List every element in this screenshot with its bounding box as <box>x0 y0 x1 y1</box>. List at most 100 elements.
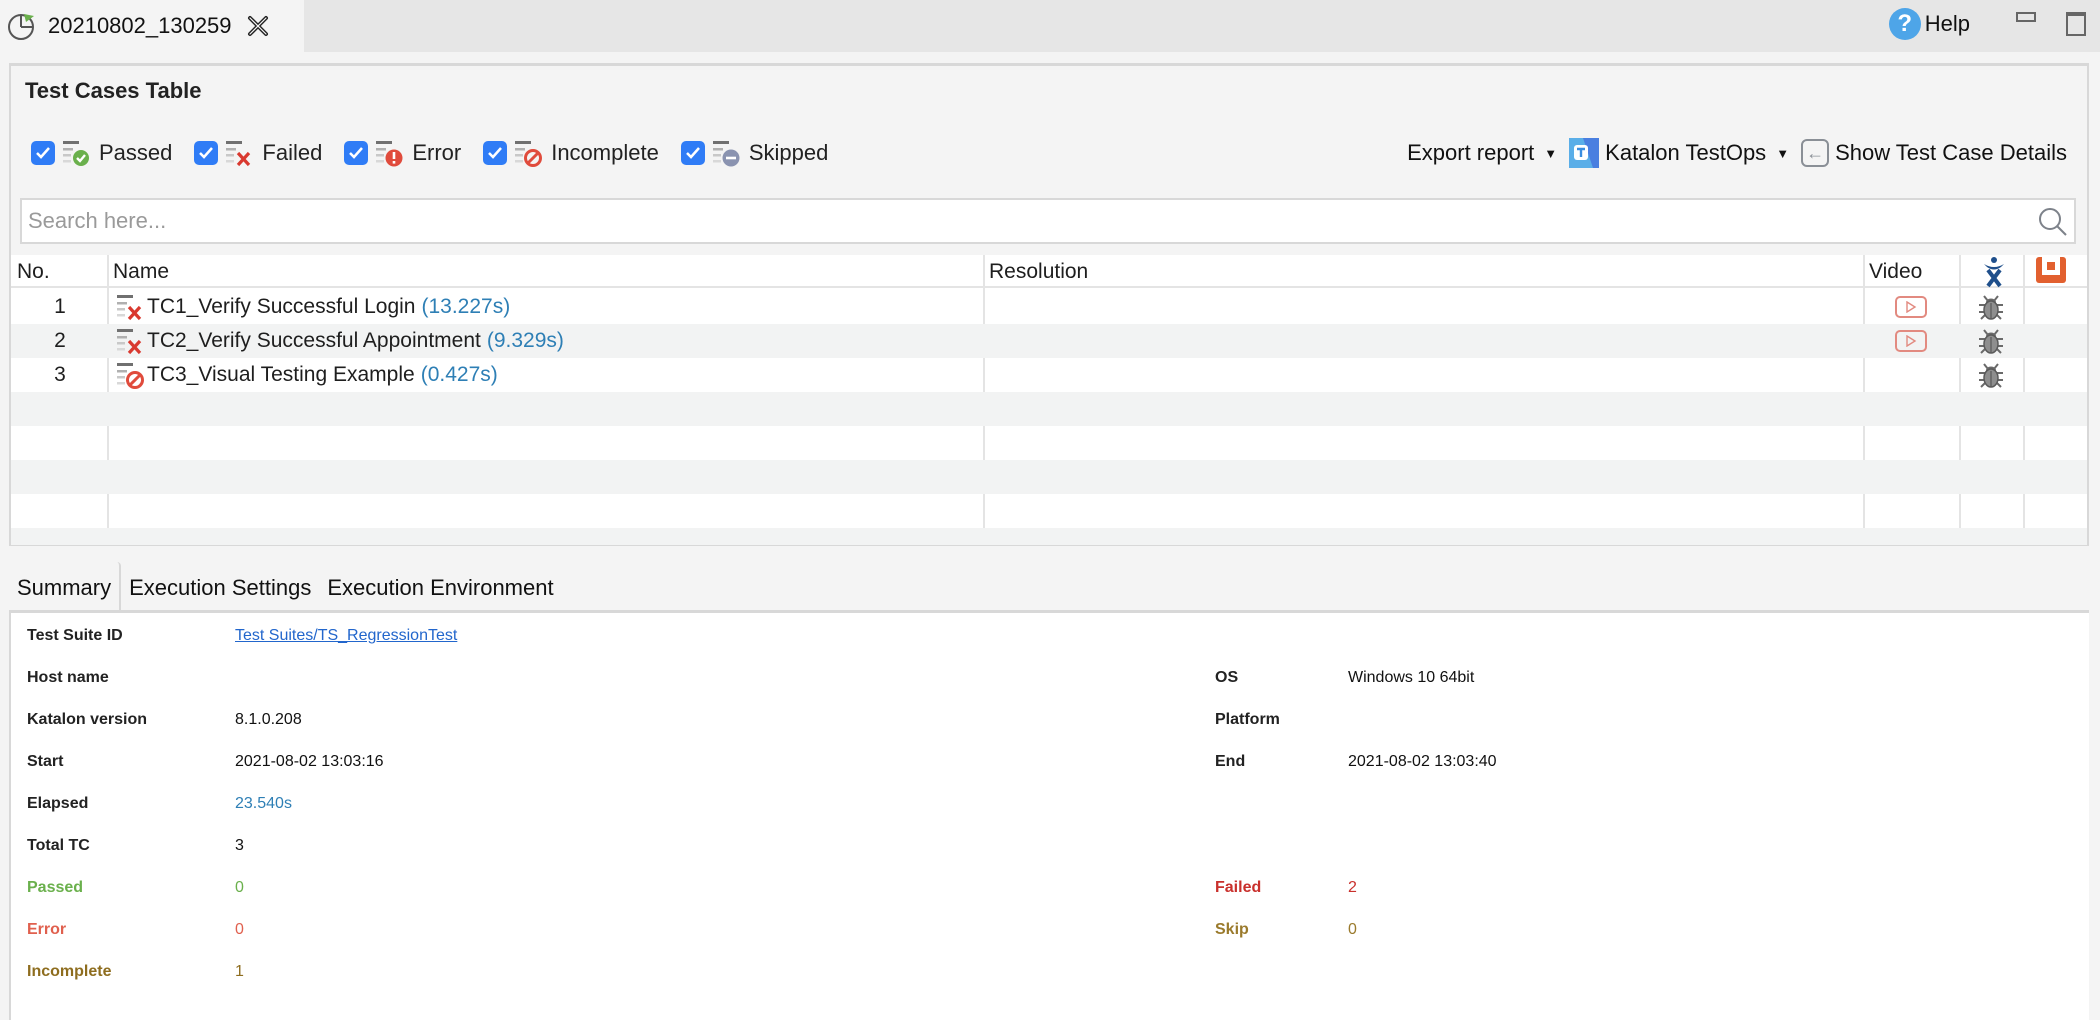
testops-dropdown-caret-icon[interactable]: ▼ <box>1776 146 1789 161</box>
column-header-name[interactable]: Name <box>107 255 983 288</box>
search-icon[interactable] <box>2034 204 2070 240</box>
filter-failed[interactable]: Failed <box>194 138 322 168</box>
qtest-icon <box>2036 257 2066 283</box>
filter-incomplete[interactable]: Incomplete <box>483 138 659 168</box>
export-dropdown-caret-icon[interactable]: ▼ <box>1544 146 1557 161</box>
row-number: 2 <box>54 329 66 352</box>
help-icon: ? <box>1888 8 1921 40</box>
tab-execution-environment[interactable]: Execution Environment <box>319 562 561 611</box>
katalon-testops-icon <box>1569 138 1600 168</box>
search-input[interactable] <box>28 206 1988 236</box>
failed-label: Failed <box>1215 879 1262 896</box>
minimize-button[interactable] <box>2016 12 2036 22</box>
test-case-name-cell[interactable]: TC3_Visual Testing Example (0.427s) <box>109 358 498 392</box>
checkbox-passed[interactable] <box>31 141 55 165</box>
start-label: Start <box>27 753 64 770</box>
test-case-name: TC2_Verify Successful Appointment <box>147 329 481 352</box>
skip-label: Skip <box>1215 921 1249 938</box>
passed-label: Passed <box>27 879 84 896</box>
bug-icon[interactable] <box>1976 292 2006 322</box>
error-label: Error <box>27 921 67 938</box>
help-label: Help <box>1924 11 1970 36</box>
total-tc-value: 3 <box>235 837 244 854</box>
incomplete-icon <box>115 360 145 390</box>
test-case-name-cell[interactable]: TC1_Verify Successful Login (13.227s) <box>109 290 510 324</box>
table-row[interactable]: 3 TC3_Visual Testing Example (0.427s) <box>11 358 2087 392</box>
elapsed-value: 23.540s <box>235 795 292 812</box>
bottom-tabs: Summary Execution Settings Execution Env… <box>9 562 562 611</box>
empty-row <box>11 494 2087 528</box>
summary-panel: Test Suite ID Test Suites/TS_RegressionT… <box>9 610 2089 1020</box>
passed-icon <box>61 138 91 168</box>
filter-passed[interactable]: Passed <box>31 138 172 168</box>
editor-tab[interactable]: 20210802_130259 <box>0 0 304 52</box>
column-header-video[interactable]: Video <box>1863 255 1959 288</box>
os-value: Windows 10 64bit <box>1348 669 1475 686</box>
column-header-resolution[interactable]: Resolution <box>983 255 1863 288</box>
filter-label: Failed <box>262 140 323 165</box>
host-name-label: Host name <box>27 669 109 686</box>
filter-label: Passed <box>99 140 173 165</box>
table-row[interactable]: 2 TC2_Verify Successful Appointment (9.3… <box>11 324 2087 358</box>
close-icon[interactable] <box>246 14 270 38</box>
platform-label: Platform <box>1215 711 1280 728</box>
start-value: 2021-08-02 13:03:16 <box>235 753 384 770</box>
bug-icon[interactable] <box>1976 360 2006 390</box>
filter-label: Skipped <box>748 140 829 165</box>
tab-summary[interactable]: Summary <box>9 562 122 611</box>
end-value: 2021-08-02 13:03:40 <box>1348 753 1497 770</box>
back-arrow-icon[interactable]: ← <box>1801 139 1830 167</box>
end-label: End <box>1215 753 1246 770</box>
report-pie-icon <box>8 14 34 40</box>
filter-skipped[interactable]: Skipped <box>680 138 829 168</box>
column-header-no[interactable]: No. <box>13 255 107 288</box>
error-value: 0 <box>235 921 244 938</box>
bug-icon[interactable] <box>1976 326 2006 356</box>
filter-error[interactable]: Error <box>344 138 461 168</box>
checkbox-incomplete[interactable] <box>483 141 508 165</box>
video-play-button[interactable] <box>1895 296 1927 318</box>
incomplete-value: 1 <box>235 963 244 980</box>
test-suite-id-link[interactable]: Test Suites/TS_RegressionTest <box>235 627 457 645</box>
empty-row <box>11 460 2087 494</box>
row-number: 3 <box>54 363 66 386</box>
column-header-jira[interactable] <box>1959 255 2023 288</box>
show-test-case-details-button[interactable]: Show Test Case Details <box>1835 140 2067 166</box>
test-cases-panel: Test Cases Table Passed Failed Error Inc… <box>9 63 2089 546</box>
empty-row <box>11 426 2087 460</box>
katalon-version-value: 8.1.0.208 <box>235 711 302 728</box>
test-case-name: TC3_Visual Testing Example <box>147 363 415 386</box>
status-filters: Passed Failed Error Incomplete Skipped <box>31 138 850 168</box>
skipped-icon <box>711 138 741 168</box>
os-label: OS <box>1215 669 1239 686</box>
passed-value: 0 <box>235 879 244 896</box>
panel-title: Test Cases Table <box>25 78 202 103</box>
failed-value: 2 <box>1348 879 1357 896</box>
checkbox-failed[interactable] <box>194 141 219 165</box>
checkbox-skipped[interactable] <box>680 141 705 165</box>
tab-execution-settings[interactable]: Execution Settings <box>121 562 319 611</box>
filter-label: Incomplete <box>551 140 659 165</box>
jira-icon <box>1984 257 2004 288</box>
test-suite-id-label: Test Suite ID <box>27 627 123 644</box>
katalon-testops-button[interactable]: Katalon TestOps <box>1605 140 1766 166</box>
checkbox-error[interactable] <box>344 141 369 165</box>
test-case-duration: (0.427s) <box>420 363 498 386</box>
search-box <box>20 198 2076 244</box>
video-play-button[interactable] <box>1895 330 1927 352</box>
table-row[interactable]: 1 TC1_Verify Successful Login (13.227s) <box>11 290 2087 324</box>
test-cases-table: No. Name Resolution Video 1 TC1_Verify S… <box>11 255 2087 545</box>
empty-row <box>11 528 2087 545</box>
filter-label: Error <box>412 140 462 165</box>
help-button[interactable]: ? Help <box>1888 8 1970 40</box>
column-header-qtest[interactable] <box>2023 255 2087 288</box>
test-case-duration: (13.227s) <box>421 295 511 318</box>
editor-tab-bar: 20210802_130259 ? Help <box>0 0 2100 52</box>
export-report-button[interactable]: Export report <box>1407 140 1534 166</box>
test-case-duration: (9.329s) <box>486 329 564 352</box>
maximize-button[interactable] <box>2066 12 2086 36</box>
table-header: No. Name Resolution Video <box>11 255 2087 288</box>
incomplete-label: Incomplete <box>27 963 112 980</box>
test-case-name-cell[interactable]: TC2_Verify Successful Appointment (9.329… <box>109 324 564 358</box>
failed-icon <box>115 292 145 322</box>
